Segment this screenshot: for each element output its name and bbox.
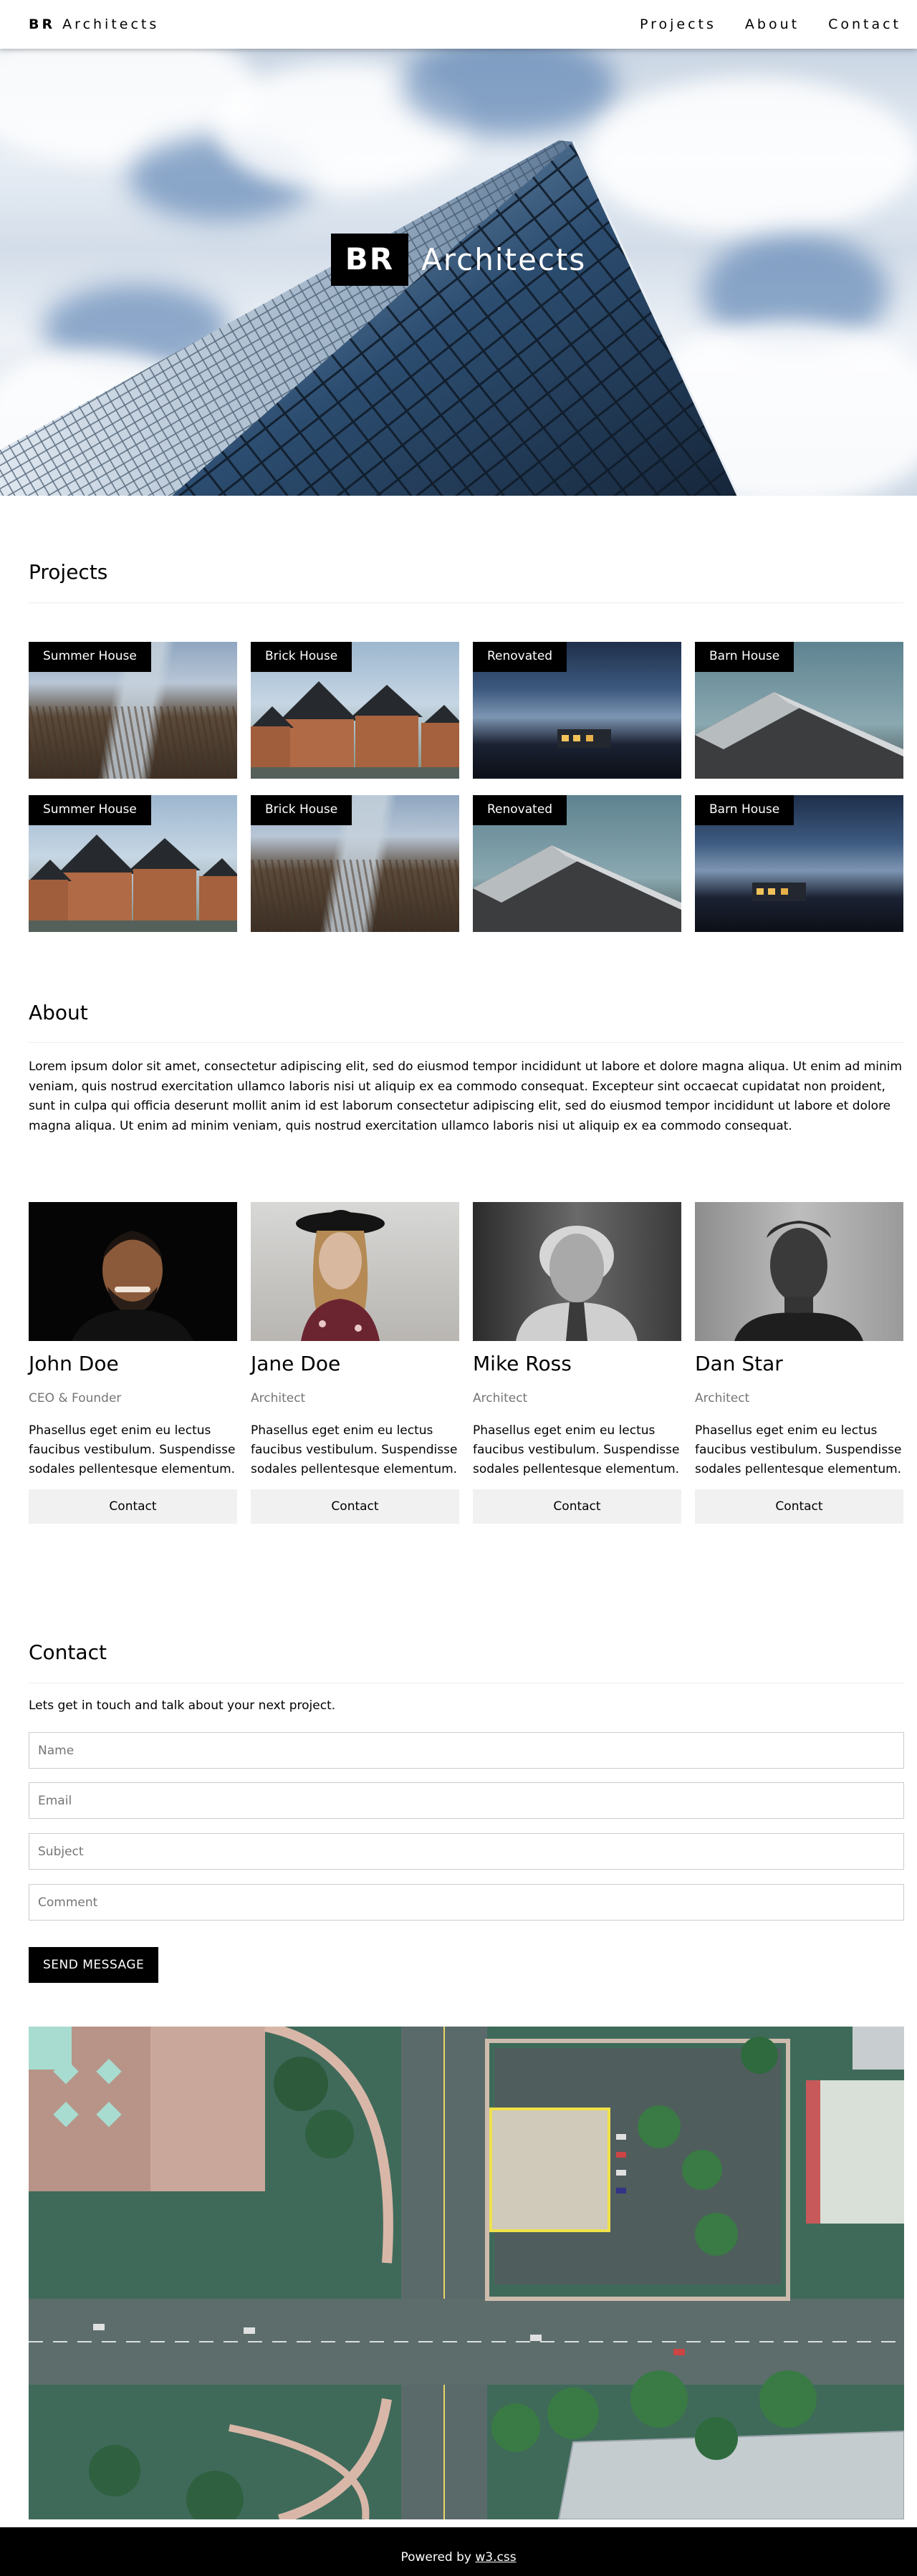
top-navbar: BR Architects Projects About Contact: [0, 0, 917, 49]
member-name: Jane Doe: [251, 1352, 341, 1375]
avatar: [251, 1202, 459, 1341]
hero-title-box: BR: [330, 234, 409, 286]
project-card-summer-house[interactable]: Summer House: [29, 642, 237, 779]
contact-button[interactable]: Contact: [251, 1489, 459, 1524]
avatar: [695, 1202, 903, 1341]
project-label: Brick House: [251, 795, 352, 825]
project-card-brick-house[interactable]: Brick House: [251, 642, 459, 779]
member-role: Architect: [695, 1391, 750, 1406]
team-member-card: Mike Ross Architect Phasellus eget enim …: [473, 1202, 681, 1524]
project-card-renovated[interactable]: Renovated: [473, 795, 681, 932]
subject-field[interactable]: [29, 1833, 904, 1870]
contact-button[interactable]: Contact: [473, 1489, 681, 1524]
footer-prefix: Powered by: [400, 2550, 471, 2565]
hero-image: BR Architects: [0, 49, 917, 496]
member-name: Mike Ross: [473, 1352, 572, 1375]
nav-link-about[interactable]: About: [731, 0, 814, 49]
contact-heading: Contact: [29, 1640, 107, 1664]
project-label: Barn House: [695, 642, 794, 672]
project-label: Renovated: [473, 642, 567, 672]
team-member-card: John Doe CEO & Founder Phasellus eget en…: [29, 1202, 237, 1524]
hero-title-rest: Architects: [421, 241, 587, 277]
member-description: Phasellus eget enim eu lectus faucibus v…: [29, 1423, 236, 1477]
team-member-card: Jane Doe Architect Phasellus eget enim e…: [251, 1202, 459, 1524]
member-role: CEO & Founder: [29, 1391, 122, 1406]
about-paragraph: Lorem ipsum dolor sit amet, consectetur …: [29, 1059, 903, 1133]
project-card-brick-house[interactable]: Brick House: [251, 795, 459, 932]
projects-heading: Projects: [29, 560, 108, 584]
project-label: Summer House: [29, 642, 151, 672]
project-card-barn-house[interactable]: Barn House: [695, 795, 903, 932]
about-divider: [29, 1042, 903, 1043]
about-heading: About: [29, 1001, 88, 1024]
nav-link-projects[interactable]: Projects: [625, 0, 731, 49]
footer-w3css-link[interactable]: w3.css: [475, 2550, 516, 2565]
member-role: Architect: [251, 1391, 306, 1406]
aerial-map-image: [29, 2027, 904, 2519]
member-role: Architect: [473, 1391, 528, 1406]
brand-bold: BR: [29, 16, 56, 32]
nav-link-contact[interactable]: Contact: [814, 0, 917, 49]
member-description: Phasellus eget enim eu lectus faucibus v…: [473, 1423, 680, 1477]
email-field[interactable]: [29, 1782, 904, 1819]
team-member-card: Dan Star Architect Phasellus eget enim e…: [695, 1202, 903, 1524]
hero-title: BR Architects: [0, 234, 917, 286]
project-card-barn-house[interactable]: Barn House: [695, 642, 903, 779]
nav-links: Projects About Contact: [625, 0, 917, 49]
project-card-renovated[interactable]: Renovated: [473, 642, 681, 779]
name-field[interactable]: [29, 1732, 904, 1769]
project-label: Brick House: [251, 642, 352, 672]
member-description: Phasellus eget enim eu lectus faucibus v…: [695, 1423, 902, 1477]
project-label: Renovated: [473, 795, 567, 825]
contact-button[interactable]: Contact: [29, 1489, 237, 1524]
avatar: [29, 1202, 237, 1341]
project-card-summer-house[interactable]: Summer House: [29, 795, 237, 932]
contact-intro: Lets get in touch and talk about your ne…: [29, 1698, 336, 1713]
brand-link[interactable]: BR Architects: [29, 14, 159, 35]
projects-divider: [29, 602, 903, 603]
member-name: Dan Star: [695, 1352, 783, 1375]
send-message-button[interactable]: SEND MESSAGE: [29, 1947, 159, 1983]
comment-field[interactable]: [29, 1884, 904, 1921]
project-label: Summer House: [29, 795, 151, 825]
avatar: [473, 1202, 681, 1341]
contact-button[interactable]: Contact: [695, 1489, 903, 1524]
footer: Powered by w3.css: [0, 2527, 917, 2576]
project-label: Barn House: [695, 795, 794, 825]
member-name: John Doe: [29, 1352, 119, 1375]
brand-rest: Architects: [62, 16, 160, 32]
member-description: Phasellus eget enim eu lectus faucibus v…: [251, 1423, 458, 1477]
